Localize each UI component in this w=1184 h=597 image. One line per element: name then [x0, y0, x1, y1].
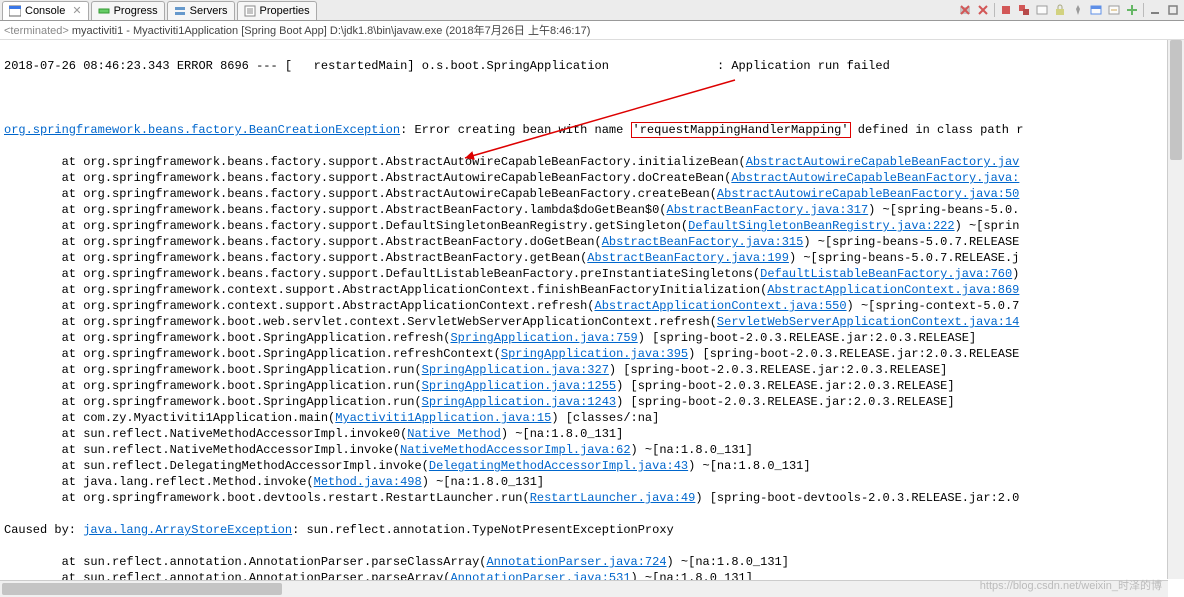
exception-class-link[interactable]: org.springframework.beans.factory.BeanCr… — [4, 123, 400, 137]
stack-frame: at org.springframework.beans.factory.sup… — [4, 218, 1180, 234]
stack-frame: at org.springframework.beans.factory.sup… — [4, 154, 1180, 170]
source-link[interactable]: AnnotationParser.java:724 — [486, 555, 666, 569]
remove-launch-icon[interactable] — [958, 3, 972, 17]
open-console-icon[interactable] — [1107, 3, 1121, 17]
progress-icon — [98, 5, 110, 17]
process-description: <terminated> myactiviti1 - Myactiviti1Ap… — [0, 21, 1184, 40]
source-link[interactable]: AbstractBeanFactory.java:199 — [587, 251, 789, 265]
clear-icon[interactable] — [1035, 3, 1049, 17]
source-link[interactable]: Myactiviti1Application.java:15 — [335, 411, 551, 425]
stack-frame: at org.springframework.boot.SpringApplic… — [4, 394, 1180, 410]
source-link[interactable]: SpringApplication.java:395 — [501, 347, 688, 361]
tab-label: Servers — [190, 5, 228, 17]
source-link[interactable]: AbstractBeanFactory.java:317 — [667, 203, 869, 217]
stack-frame: at org.springframework.beans.factory.sup… — [4, 250, 1180, 266]
scrollbar-thumb[interactable] — [1170, 40, 1182, 160]
source-link[interactable]: DefaultSingletonBeanRegistry.java:222 — [688, 219, 954, 233]
process-name: myactiviti1 - Myactiviti1Application [Sp… — [69, 25, 591, 37]
minimize-icon[interactable] — [1148, 3, 1162, 17]
source-link[interactable]: AbstractBeanFactory.java:315 — [602, 235, 804, 249]
console-toolbar — [958, 3, 1184, 17]
stack-frame: at org.springframework.boot.SpringApplic… — [4, 346, 1180, 362]
source-link[interactable]: Native Method — [407, 427, 501, 441]
source-link[interactable]: ServletWebServerApplicationContext.java:… — [717, 315, 1019, 329]
source-link[interactable]: SpringApplication.java:1243 — [422, 395, 616, 409]
tab-label: Console — [25, 5, 65, 17]
stack-frame: at sun.reflect.DelegatingMethodAccessorI… — [4, 458, 1180, 474]
source-link[interactable]: RestartLauncher.java:49 — [530, 491, 696, 505]
source-link[interactable]: DefaultListableBeanFactory.java:760 — [760, 267, 1012, 281]
horizontal-scrollbar[interactable] — [0, 580, 1168, 597]
stack-frame: at org.springframework.beans.factory.sup… — [4, 202, 1180, 218]
tab-properties[interactable]: Properties — [237, 1, 317, 20]
remove-all-icon[interactable] — [976, 3, 990, 17]
console-icon — [9, 5, 21, 17]
separator — [994, 3, 995, 17]
stack-frame: at org.springframework.context.support.A… — [4, 298, 1180, 314]
pin-icon[interactable] — [1071, 3, 1085, 17]
caused-by-link[interactable]: java.lang.ArrayStoreException — [83, 523, 292, 537]
caused-by-line: Caused by: java.lang.ArrayStoreException… — [4, 522, 1180, 538]
scroll-lock-icon[interactable] — [1053, 3, 1067, 17]
new-console-icon[interactable] — [1125, 3, 1139, 17]
terminate-icon[interactable] — [999, 3, 1013, 17]
properties-icon — [244, 5, 256, 17]
close-icon[interactable]: ✕ — [69, 4, 81, 17]
maximize-icon[interactable] — [1166, 3, 1180, 17]
source-link[interactable]: Method.java:498 — [314, 475, 422, 489]
console-output[interactable]: 2018-07-26 08:46:23.343 ERROR 8696 --- [… — [0, 40, 1184, 597]
view-tab-bar: Console ✕ Progress Servers Properties — [0, 0, 1184, 21]
tab-label: Properties — [260, 5, 310, 17]
stack-frame: at sun.reflect.NativeMethodAccessorImpl.… — [4, 442, 1180, 458]
stack-frame: at org.springframework.beans.factory.sup… — [4, 170, 1180, 186]
source-link[interactable]: AbstractAutowireCapableBeanFactory.java: — [731, 171, 1019, 185]
stack-frame: at org.springframework.boot.SpringApplic… — [4, 362, 1180, 378]
stack-frame: at org.springframework.beans.factory.sup… — [4, 234, 1180, 250]
display-selected-icon[interactable] — [1089, 3, 1103, 17]
source-link[interactable]: SpringApplication.java:327 — [422, 363, 609, 377]
source-link[interactable]: AbstractAutowireCapableBeanFactory.jav — [746, 155, 1020, 169]
stack-frame: at com.zy.Myactiviti1Application.main(My… — [4, 410, 1180, 426]
scrollbar-thumb[interactable] — [2, 583, 282, 595]
exception-line: org.springframework.beans.factory.BeanCr… — [4, 122, 1180, 138]
stack-frame: at org.springframework.boot.SpringApplic… — [4, 330, 1180, 346]
source-link[interactable]: SpringApplication.java:759 — [450, 331, 637, 345]
separator — [1143, 3, 1144, 17]
log-line: 2018-07-26 08:46:23.343 ERROR 8696 --- [… — [4, 58, 1180, 74]
tab-servers[interactable]: Servers — [167, 1, 235, 20]
tab-label: Progress — [114, 5, 158, 17]
stack-frame: at sun.reflect.annotation.AnnotationPars… — [4, 554, 1180, 570]
stack-frame: at sun.reflect.NativeMethodAccessorImpl.… — [4, 426, 1180, 442]
source-link[interactable]: DelegatingMethodAccessorImpl.java:43 — [429, 459, 688, 473]
source-link[interactable]: AbstractApplicationContext.java:869 — [767, 283, 1019, 297]
vertical-scrollbar[interactable] — [1167, 40, 1184, 579]
servers-icon — [174, 5, 186, 17]
source-link[interactable]: SpringApplication.java:1255 — [422, 379, 616, 393]
source-link[interactable]: AbstractApplicationContext.java:550 — [595, 299, 847, 313]
stack-frame: at org.springframework.context.support.A… — [4, 282, 1180, 298]
blank-line — [4, 90, 1180, 106]
tab-console[interactable]: Console ✕ — [2, 1, 89, 20]
stack-frame: at org.springframework.boot.devtools.res… — [4, 490, 1180, 506]
source-link[interactable]: AbstractAutowireCapableBeanFactory.java:… — [717, 187, 1019, 201]
stack-frame: at org.springframework.boot.web.servlet.… — [4, 314, 1180, 330]
stack-frame: at org.springframework.boot.SpringApplic… — [4, 378, 1180, 394]
terminated-label: <terminated> — [4, 25, 69, 37]
bean-name-highlight: 'requestMappingHandlerMapping' — [631, 122, 851, 138]
source-link[interactable]: NativeMethodAccessorImpl.java:62 — [400, 443, 630, 457]
terminate-all-icon[interactable] — [1017, 3, 1031, 17]
stack-frame: at java.lang.reflect.Method.invoke(Metho… — [4, 474, 1180, 490]
tab-progress[interactable]: Progress — [91, 1, 165, 20]
stack-frame: at org.springframework.beans.factory.sup… — [4, 266, 1180, 282]
stack-frame: at org.springframework.beans.factory.sup… — [4, 186, 1180, 202]
